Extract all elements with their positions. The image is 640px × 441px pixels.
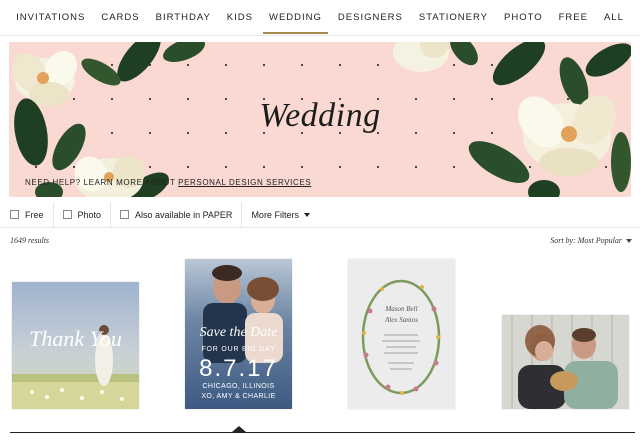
selection-pointer-icon [232,426,246,432]
product-card-save-the-date[interactable]: Save the Date FOR OUR BIG DAY 8.7.17 CHI… [185,259,292,409]
couple-name-a: Mason Bell [385,305,418,313]
photo-label: Photo [77,209,102,220]
more-filters-label: More Filters [251,209,299,220]
filter-paper[interactable]: Also available in PAPER [111,201,243,228]
more-filters-dropdown[interactable]: More Filters [242,202,319,228]
paper-checkbox[interactable] [120,210,130,219]
personal-design-services-link[interactable]: PERSONAL DESIGN SERVICES [178,178,311,187]
nav-designers[interactable]: DESIGNERS [330,0,411,36]
chevron-down-icon [626,238,632,243]
photo-checkbox[interactable] [62,210,72,219]
free-checkbox[interactable] [10,210,19,219]
product-card-thank-you[interactable]: Thank You [12,282,139,409]
nav-free[interactable]: FREE [551,0,596,36]
nav-wedding[interactable]: WEDDING [261,0,330,36]
nav-kids[interactable]: KIDS [219,0,261,36]
nav-cards[interactable]: CARDS [93,0,147,36]
product-card-floral-wreath[interactable]: Mason Bell Alex Santos [348,259,455,409]
big-day-text: FOR OUR BIG DAY [201,346,276,353]
results-count: 1649 results [10,236,50,245]
chevron-down-icon [303,212,310,217]
couple-dog-photo [502,315,629,409]
design-services-note: NEED HELP? LEARN MORE ABOUT PERSONAL DES… [25,178,311,187]
nav-invitations[interactable]: INVITATIONS [8,0,93,36]
nav-all[interactable]: ALL [596,0,632,36]
nav-stationery[interactable]: STATIONERY [411,0,496,36]
top-nav: INVITATIONS CARDS BIRTHDAY KIDS WEDDING … [0,0,640,36]
product-card-couple-photo[interactable] [502,315,629,409]
hero-banner: Wedding NEED HELP? LEARN MORE ABOUT PERS… [9,42,631,197]
divider [10,432,635,433]
banner-title: Wedding [259,97,381,134]
signature-text: XO, AMY & CHARLIE [201,393,276,400]
filter-bar: Free Photo Also available in PAPER More … [0,201,640,228]
sort-dropdown[interactable]: Sort by: Most Popular [550,236,632,245]
sort-label: Sort by: Most Popular [550,236,622,245]
floral-wreath-illustration [348,259,455,409]
save-the-date-script: Save the Date [199,325,278,340]
paper-label: Also available in PAPER [135,209,233,220]
filter-photo[interactable]: Photo [54,201,112,228]
location-text: CHICAGO, ILLINOIS [202,383,275,390]
couple-name-b: Alex Santos [385,316,418,324]
thank-you-script: Thank You [29,326,122,351]
nav-photo[interactable]: PHOTO [496,0,551,36]
event-date: 8.7.17 [199,355,278,382]
nav-birthday[interactable]: BIRTHDAY [148,0,219,36]
free-label: Free [25,209,44,220]
filter-free[interactable]: Free [0,201,54,228]
help-prefix: NEED HELP? LEARN MORE ABOUT [25,178,176,187]
